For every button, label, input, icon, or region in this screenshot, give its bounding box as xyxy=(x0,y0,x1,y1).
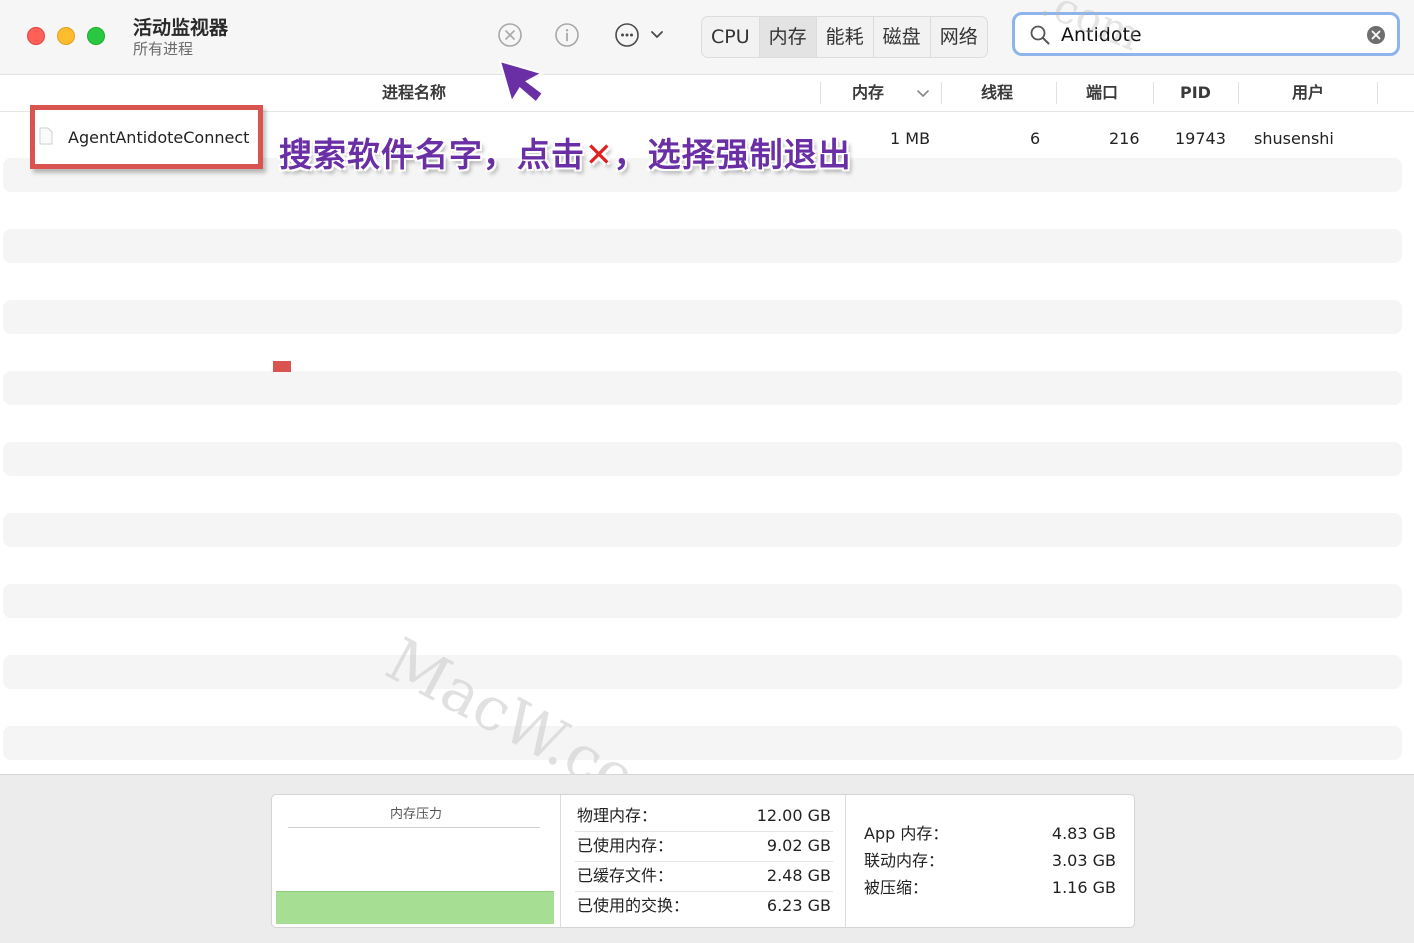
info-icon[interactable] xyxy=(554,22,580,48)
memory-pressure-graph: 内存压力 xyxy=(272,795,561,927)
stat-value: 1.16 GB xyxy=(1051,878,1116,897)
stat-label: 被压缩： xyxy=(864,878,929,897)
column-memory[interactable]: 内存 xyxy=(852,75,884,111)
stat-value: 4.83 GB xyxy=(1051,824,1116,843)
stat-label: 已缓存文件： xyxy=(577,866,674,885)
column-ports[interactable]: 端口 xyxy=(1086,75,1118,111)
column-separator xyxy=(1238,82,1239,104)
clear-search-icon[interactable] xyxy=(1366,25,1386,45)
stat-physical-memory: 物理内存： 12.00 GB xyxy=(575,801,833,832)
tab-network[interactable]: 网络 xyxy=(931,17,987,57)
process-name[interactable]: AgentAntidoteConnect xyxy=(68,128,249,147)
stat-swap-used: 已使用的交换： 6.23 GB xyxy=(575,891,833,921)
more-actions-button[interactable] xyxy=(614,22,668,48)
stat-compressed: 被压缩： 1.16 GB xyxy=(864,874,1116,901)
stat-value: 9.02 GB xyxy=(766,836,831,855)
table-row xyxy=(3,442,1402,476)
stop-process-icon[interactable] xyxy=(497,22,523,48)
table-row xyxy=(3,584,1402,618)
memory-summary-area: 内存压力 物理内存： 12.00 GB 已使用内存： 9.02 GB 已缓存文件… xyxy=(0,774,1414,943)
annotation-marker xyxy=(273,361,291,372)
stat-label: 已使用内存： xyxy=(577,836,674,855)
stat-value: 3.03 GB xyxy=(1051,851,1116,870)
column-separator xyxy=(941,82,942,104)
stat-label: 已使用的交换： xyxy=(577,896,690,915)
memory-pressure-title: 内存压力 xyxy=(389,807,442,822)
stat-used-memory: 已使用内存： 9.02 GB xyxy=(575,831,833,862)
annotation-text-2: ，选择强制退出 xyxy=(613,135,852,174)
stat-label: 物理内存： xyxy=(577,806,658,825)
memory-pressure-bar-track xyxy=(276,891,554,924)
table-row xyxy=(3,229,1402,263)
stat-label: App 内存： xyxy=(864,824,949,843)
stat-label: 联动内存： xyxy=(864,851,945,870)
document-icon xyxy=(39,127,53,145)
process-threads: 6 xyxy=(1030,129,1041,148)
sort-descending-icon xyxy=(917,90,929,97)
table-row xyxy=(3,726,1402,760)
minimize-window-button[interactable] xyxy=(57,27,75,45)
tab-disk[interactable]: 磁盘 xyxy=(874,17,931,57)
column-separator xyxy=(820,82,821,104)
stat-wired-memory: 联动内存： 3.03 GB xyxy=(864,847,1116,874)
pointer-arrow-icon xyxy=(498,59,545,105)
process-memory: 1 MB xyxy=(890,129,931,148)
zoom-window-button[interactable] xyxy=(87,27,105,45)
tab-cpu[interactable]: CPU xyxy=(702,17,760,57)
column-process-name[interactable]: 进程名称 xyxy=(382,75,446,111)
stat-value: 2.48 GB xyxy=(766,866,831,885)
annotation-text-1: 搜索软件名字，点击 xyxy=(279,135,585,174)
annotation-x-mark: ✕ xyxy=(585,135,614,174)
column-pid[interactable]: PID xyxy=(1180,75,1211,111)
column-separator xyxy=(1056,82,1057,104)
window-title: 活动监视器 xyxy=(133,17,229,39)
memory-summary-panel: 内存压力 物理内存： 12.00 GB 已使用内存： 9.02 GB 已缓存文件… xyxy=(271,794,1135,928)
tutorial-annotation: 搜索软件名字，点击✕，选择强制退出 xyxy=(279,128,852,176)
stat-value: 6.23 GB xyxy=(766,896,831,915)
column-separator xyxy=(1153,82,1154,104)
table-row xyxy=(3,371,1402,405)
toolbar: 活动监视器 所有进程 CPU 内存 能耗 磁盘 网络 Antidote .com xyxy=(0,0,1414,75)
tab-memory[interactable]: 内存 xyxy=(759,17,817,57)
divider xyxy=(288,827,540,828)
process-user: shusenshi xyxy=(1254,129,1334,148)
table-row xyxy=(3,300,1402,334)
column-separator xyxy=(1377,82,1378,104)
memory-breakdown: App 内存： 4.83 GB 联动内存： 3.03 GB 被压缩： 1.16 … xyxy=(846,795,1134,927)
stat-app-memory: App 内存： 4.83 GB xyxy=(864,820,1116,847)
window-subtitle: 所有进程 xyxy=(133,40,194,58)
memory-stats: 物理内存： 12.00 GB 已使用内存： 9.02 GB 已缓存文件： 2.4… xyxy=(561,795,846,927)
stat-value: 12.00 GB xyxy=(756,806,831,825)
memory-pressure-bar xyxy=(276,891,554,924)
process-pid: 19743 xyxy=(1175,129,1226,148)
view-tabs: CPU 内存 能耗 磁盘 网络 xyxy=(701,16,988,58)
column-user[interactable]: 用户 xyxy=(1292,75,1324,111)
column-threads[interactable]: 线程 xyxy=(981,75,1013,111)
table-row xyxy=(3,513,1402,547)
tab-energy[interactable]: 能耗 xyxy=(817,17,874,57)
close-window-button[interactable] xyxy=(27,27,45,45)
table-row xyxy=(3,655,1402,689)
process-ports: 216 xyxy=(1109,129,1140,148)
stat-cached-files: 已缓存文件： 2.48 GB xyxy=(575,861,833,892)
